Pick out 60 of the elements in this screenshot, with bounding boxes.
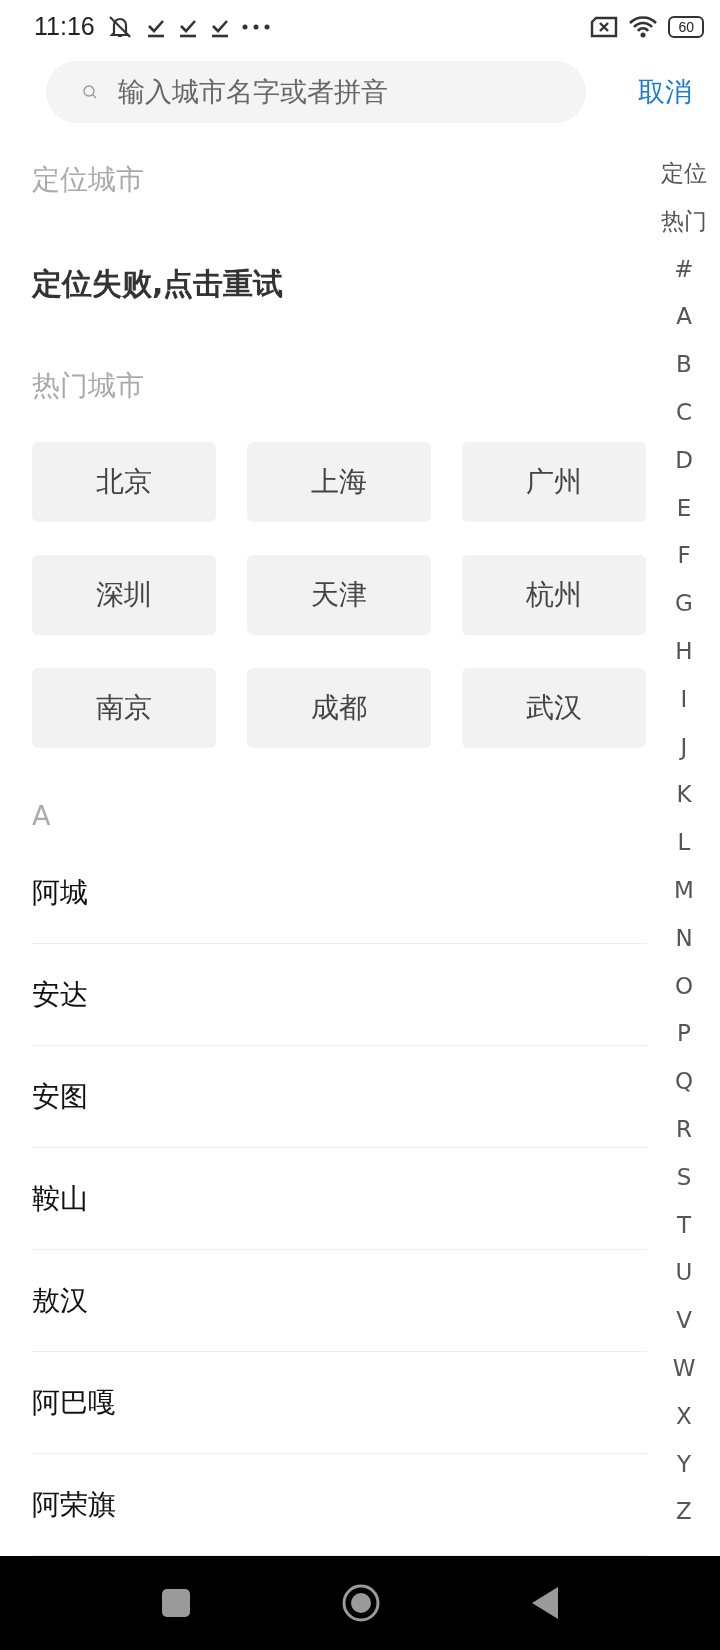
more-icon <box>240 22 271 31</box>
recent-apps-icon[interactable] <box>161 1588 191 1618</box>
index-letter[interactable]: Y <box>676 1440 692 1489</box>
no-sim-icon <box>590 15 619 38</box>
index-letter[interactable]: T <box>676 1201 692 1250</box>
index-letter[interactable]: X <box>676 1392 692 1441</box>
city-button[interactable]: 杭州 <box>462 555 646 635</box>
index-letter[interactable]: H <box>675 627 693 676</box>
city-button[interactable]: 广州 <box>462 442 646 522</box>
index-letter[interactable]: Z <box>676 1488 692 1537</box>
city-button[interactable]: 上海 <box>247 442 431 522</box>
city-button[interactable]: 南京 <box>32 668 216 748</box>
city-item[interactable]: 阿城 <box>32 873 88 912</box>
index-letter[interactable]: W <box>672 1344 696 1393</box>
section-title: 定位城市 <box>32 162 145 198</box>
index-letter[interactable]: V <box>676 1297 692 1345</box>
home-icon[interactable] <box>341 1583 381 1623</box>
index-letter[interactable]: E <box>676 484 692 533</box>
wifi-icon <box>628 14 659 39</box>
section-letter: A <box>32 799 52 833</box>
index-letter[interactable]: A <box>676 293 692 342</box>
index-letter[interactable]: P <box>677 1010 691 1059</box>
index-letter[interactable]: 热门 <box>661 197 707 246</box>
status-time: 11:16 <box>34 12 95 42</box>
index-letter[interactable]: U <box>675 1249 693 1298</box>
index-letter[interactable]: # <box>674 245 694 294</box>
section-title: 热门城市 <box>32 368 145 404</box>
city-button[interactable]: 成都 <box>247 668 431 748</box>
city-item[interactable]: 安图 <box>32 1077 88 1116</box>
cancel-button[interactable]: 取消 <box>638 73 692 110</box>
index-letter[interactable]: M <box>674 866 694 915</box>
index-letter[interactable]: R <box>676 1105 692 1154</box>
search-field[interactable]: 输入城市名字或者拼音 <box>46 60 586 123</box>
city-item[interactable]: 敖汉 <box>32 1281 88 1320</box>
index-letter[interactable]: J <box>680 723 688 772</box>
city-button[interactable]: 武汉 <box>462 668 646 748</box>
location-retry-link[interactable]: 定位失败,点击重试 <box>32 262 647 306</box>
index-letter[interactable]: 定位 <box>661 150 707 198</box>
index-letter[interactable]: G <box>675 580 693 628</box>
city-item[interactable]: 安达 <box>32 975 88 1014</box>
search-icon <box>82 83 98 100</box>
city-button[interactable]: 深圳 <box>32 555 216 635</box>
index-letter[interactable]: K <box>676 771 692 820</box>
index-letter[interactable]: O <box>674 962 694 1011</box>
index-letter[interactable]: C <box>675 389 693 437</box>
index-letter[interactable]: N <box>675 914 693 963</box>
index-letter[interactable]: F <box>677 532 691 581</box>
index-letter[interactable]: L <box>677 819 691 867</box>
index-letter[interactable]: I <box>680 675 688 724</box>
battery-icon: 60 <box>668 15 704 38</box>
index-letter[interactable]: Q <box>674 1058 694 1106</box>
city-item[interactable]: 阿巴嘎 <box>32 1383 116 1422</box>
city-item[interactable]: 鞍山 <box>32 1179 88 1218</box>
index-letter[interactable]: D <box>675 436 693 485</box>
back-icon[interactable] <box>531 1586 559 1620</box>
index-letter[interactable]: S <box>676 1153 692 1202</box>
city-button[interactable]: 北京 <box>32 442 216 522</box>
city-item[interactable]: 阿荣旗 <box>32 1485 116 1524</box>
index-letter[interactable]: B <box>676 341 692 389</box>
city-button[interactable]: 天津 <box>247 555 431 635</box>
